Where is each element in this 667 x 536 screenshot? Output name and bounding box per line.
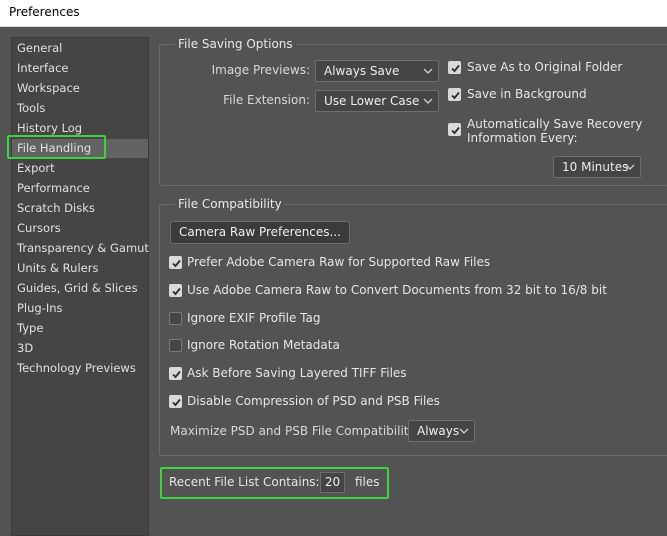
checkmark-icon (172, 398, 181, 407)
checkmark-icon (451, 91, 460, 100)
chevron-down-icon (459, 428, 469, 434)
file-extension-select[interactable]: Use Lower Case (315, 90, 439, 112)
prefer-camera-raw-label: Prefer Adobe Camera Raw for Supported Ra… (187, 255, 491, 269)
window-title: Preferences (0, 0, 667, 27)
maximize-compatibility-select[interactable]: Always (408, 420, 475, 442)
sidebar-item-technology-previews[interactable]: Technology Previews (12, 359, 148, 378)
chevron-down-icon (625, 164, 635, 170)
save-in-background-checkbox[interactable] (448, 88, 461, 101)
sidebar-item-interface[interactable]: Interface (12, 59, 148, 78)
chevron-down-icon (423, 98, 433, 104)
sidebar-item-scratch-disks[interactable]: Scratch Disks (12, 199, 148, 218)
ignore-exif-label: Ignore EXIF Profile Tag (187, 311, 321, 325)
checkmark-icon (451, 126, 460, 135)
recent-file-suffix-label: files (355, 475, 380, 489)
auto-save-interval-select[interactable]: 10 Minutes (553, 156, 641, 178)
image-previews-value: Always Save (324, 64, 400, 78)
ask-layered-tiff-checkbox[interactable] (169, 367, 182, 380)
auto-save-recovery-label-line-2: Information Every: (467, 131, 578, 145)
save-in-background-label: Save in Background (467, 87, 587, 101)
sidebar-item-cursors[interactable]: Cursors (12, 219, 148, 238)
sidebar-item-transparency-gamut[interactable]: Transparency & Gamut (12, 239, 149, 258)
file-compatibility-title: File Compatibility (175, 197, 285, 211)
sidebar-item-units-rulers[interactable]: Units & Rulers (12, 259, 148, 278)
sidebar-item-export[interactable]: Export (12, 159, 148, 178)
save-as-original-checkbox[interactable] (448, 61, 461, 74)
sidebar-item-plug-ins[interactable]: Plug-Ins (12, 299, 148, 318)
sidebar-item-workspace[interactable]: Workspace (12, 79, 148, 98)
maximize-compatibility-value: Always (417, 424, 460, 438)
file-saving-options-title: File Saving Options (175, 37, 296, 51)
recent-file-count-input[interactable]: 20 (320, 472, 345, 493)
camera-raw-preferences-button[interactable]: Camera Raw Preferences... (170, 221, 350, 244)
image-previews-select[interactable]: Always Save (315, 60, 439, 82)
preferences-sidebar: General Interface Workspace Tools Histor… (11, 37, 149, 536)
file-extension-value: Use Lower Case (324, 94, 420, 108)
sidebar-item-type[interactable]: Type (12, 319, 148, 338)
ignore-rotation-label: Ignore Rotation Metadata (187, 338, 340, 352)
sidebar-item-3d[interactable]: 3D (12, 339, 148, 358)
ignore-exif-checkbox[interactable] (169, 312, 182, 325)
selection-highlight-box (7, 135, 106, 159)
auto-save-recovery-label: Automatically Save Recovery Information … (467, 117, 642, 145)
convert-32bit-label: Use Adobe Camera Raw to Convert Document… (187, 283, 607, 297)
image-previews-label: Image Previews: (211, 63, 310, 77)
prefer-camera-raw-checkbox[interactable] (169, 256, 182, 269)
checkmark-icon (172, 259, 181, 268)
convert-32bit-checkbox[interactable] (169, 284, 182, 297)
sidebar-item-guides-grid-slices[interactable]: Guides, Grid & Slices (12, 279, 148, 298)
disable-compression-checkbox[interactable] (169, 395, 182, 408)
disable-compression-label: Disable Compression of PSD and PSB Files (187, 394, 440, 408)
save-as-original-label: Save As to Original Folder (467, 60, 623, 74)
checkmark-icon (172, 370, 181, 379)
checkmark-icon (172, 287, 181, 296)
file-extension-label: File Extension: (223, 93, 310, 107)
ask-layered-tiff-label: Ask Before Saving Layered TIFF Files (187, 366, 407, 380)
auto-save-interval-value: 10 Minutes (562, 160, 629, 174)
auto-save-recovery-checkbox[interactable] (448, 123, 461, 136)
recent-file-list-label: Recent File List Contains: (169, 475, 320, 489)
sidebar-item-tools[interactable]: Tools (12, 99, 148, 118)
chevron-down-icon (423, 68, 433, 74)
maximize-compatibility-label: Maximize PSD and PSB File Compatibility: (170, 424, 419, 438)
checkmark-icon (451, 64, 460, 73)
auto-save-recovery-label-line-1: Automatically Save Recovery (467, 117, 643, 131)
ignore-rotation-checkbox[interactable] (169, 339, 182, 352)
sidebar-item-performance[interactable]: Performance (12, 179, 148, 198)
sidebar-item-general[interactable]: General (12, 39, 148, 58)
